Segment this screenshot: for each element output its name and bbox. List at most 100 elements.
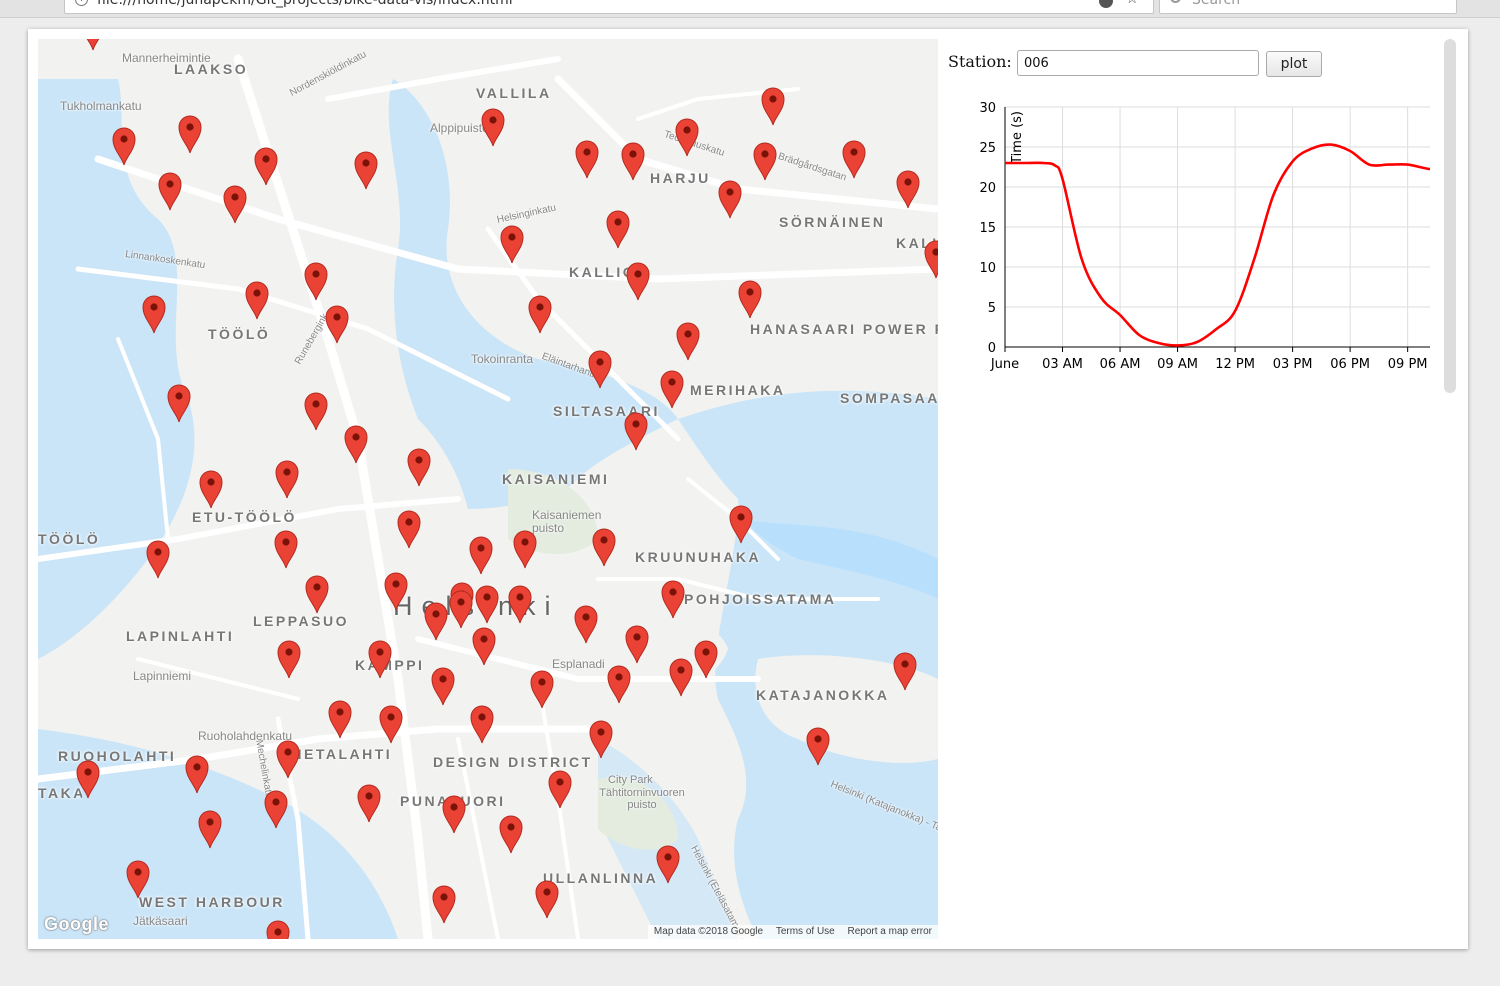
station-marker[interactable] [805,726,831,766]
station-marker[interactable] [693,639,719,679]
station-marker[interactable] [625,261,651,301]
map-pin-icon [761,87,785,126]
station-marker[interactable] [588,719,614,759]
station-marker[interactable] [675,321,701,361]
station-marker[interactable] [448,589,474,629]
station-marker[interactable] [499,224,525,264]
station-marker[interactable] [841,139,867,179]
station-marker[interactable] [498,814,524,854]
station-marker[interactable] [674,117,700,157]
station-marker[interactable] [507,584,533,624]
station-marker[interactable] [605,209,631,249]
station-marker[interactable] [80,39,106,51]
station-marker[interactable] [125,859,151,899]
station-marker[interactable] [659,369,685,409]
station-marker[interactable] [111,126,137,166]
station-marker[interactable] [383,571,409,611]
station-marker[interactable] [668,657,694,697]
terms-of-use-link[interactable]: Terms of Use [776,926,835,937]
station-marker[interactable] [606,664,632,704]
station-marker[interactable] [623,411,649,451]
station-marker[interactable] [892,651,918,691]
station-marker[interactable] [737,279,763,319]
station-marker[interactable] [527,294,553,334]
station-marker[interactable] [327,699,353,739]
station-marker[interactable] [141,294,167,334]
station-marker[interactable] [166,383,192,423]
station-marker[interactable] [157,171,183,211]
station-input[interactable] [1017,50,1259,76]
station-marker[interactable] [378,704,404,744]
bookmark-star-icon[interactable]: ☆ [1126,0,1139,7]
station-marker[interactable] [275,739,301,779]
station-marker[interactable] [303,391,329,431]
station-marker[interactable] [353,150,379,190]
scrollbar[interactable] [1444,39,1456,393]
station-marker[interactable] [655,844,681,884]
station-marker[interactable] [728,504,754,544]
station-marker[interactable] [624,624,650,664]
plot-button[interactable]: plot [1266,51,1322,77]
url-bar[interactable]: i file:///home/juhapekm/Git_projects/bik… [64,0,1154,14]
station-marker[interactable] [760,86,786,126]
search-bar[interactable]: Search [1159,0,1457,14]
station-marker[interactable] [474,584,500,624]
station-marker[interactable] [197,809,223,849]
station-marker[interactable] [587,349,613,389]
station-marker[interactable] [591,527,617,567]
report-map-error-link[interactable]: Report a map error [848,926,932,937]
station-marker[interactable] [534,879,560,919]
district-label: HANASAARI POWER PLANT [750,321,938,337]
station-marker[interactable] [265,919,291,939]
station-marker[interactable] [396,509,422,549]
station-marker[interactable] [468,535,494,575]
station-marker[interactable] [276,639,302,679]
station-marker[interactable] [574,139,600,179]
station-marker[interactable] [222,184,248,224]
station-marker[interactable] [184,754,210,794]
station-marker[interactable] [573,604,599,644]
station-marker[interactable] [923,239,938,279]
station-marker[interactable] [620,141,646,181]
station-marker[interactable] [303,261,329,301]
station-marker[interactable] [469,704,495,744]
district-label: SÖRNÄINEN [779,214,886,230]
station-marker[interactable] [274,459,300,499]
station-marker[interactable] [430,666,456,706]
station-marker[interactable] [895,169,921,209]
station-marker[interactable] [244,280,270,320]
station-marker[interactable] [198,469,224,509]
station-marker[interactable] [263,789,289,829]
station-marker[interactable] [423,601,449,641]
station-marker[interactable] [343,424,369,464]
station-marker[interactable] [547,769,573,809]
station-marker[interactable] [717,179,743,219]
station-marker[interactable] [356,783,382,823]
map-pin-icon [575,140,599,179]
station-marker[interactable] [529,669,555,709]
station-marker[interactable] [273,529,299,569]
station-map[interactable]: LAAKSO VALLILA HARJU KALLIO SÖRNÄINEN TÖÖLÖ HA… [38,39,938,939]
station-marker[interactable] [324,304,350,344]
station-marker[interactable] [441,794,467,834]
station-marker[interactable] [367,639,393,679]
site-info-icon[interactable]: i [75,0,88,6]
station-marker[interactable] [253,146,279,186]
station-marker[interactable] [480,107,506,147]
station-marker[interactable] [75,759,101,799]
station-marker[interactable] [145,539,171,579]
station-marker[interactable] [304,574,330,614]
map-pin-icon [357,784,381,823]
pocket-icon[interactable] [1099,0,1113,8]
page-actions-icon[interactable]: ••• [1064,0,1089,5]
station-marker[interactable] [660,579,686,619]
station-marker[interactable] [177,114,203,154]
station-marker[interactable] [752,141,778,181]
station-marker[interactable] [431,884,457,924]
station-marker[interactable] [471,626,497,666]
station-marker[interactable] [512,529,538,569]
street-label: Tokoinranta [471,352,534,366]
map-pin-icon [660,370,684,409]
station-marker[interactable] [406,447,432,487]
series-line [1005,143,1430,347]
